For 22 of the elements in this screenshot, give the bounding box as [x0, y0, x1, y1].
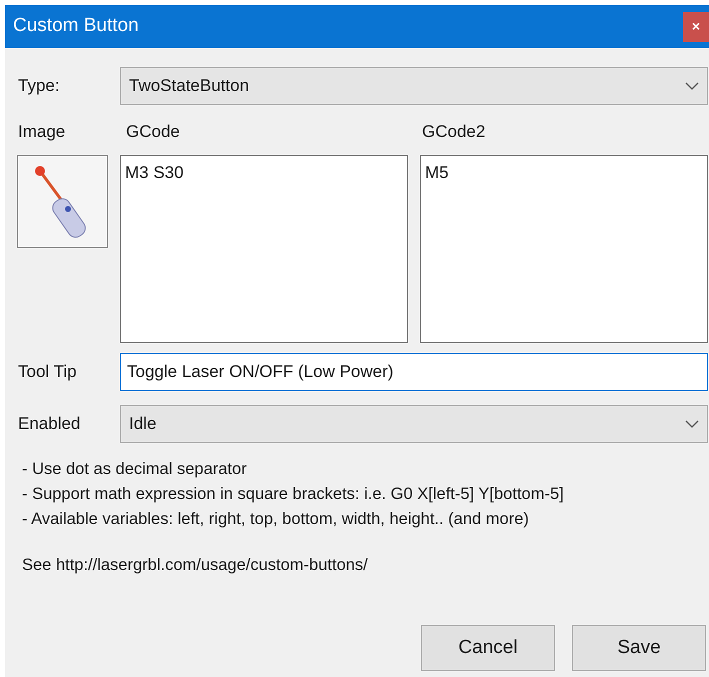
tooltip-label: Tool Tip	[17, 360, 78, 383]
hint-text: - Available variables: left, right, top, bottom, width, height.. (and more)	[22, 508, 530, 530]
chevron-down-icon	[685, 82, 699, 90]
image-label: Image	[17, 121, 66, 143]
type-dropdown[interactable]: TwoStateButton	[120, 67, 708, 105]
enabled-dropdown[interactable]: Idle	[120, 404, 708, 442]
type-label: Type:	[17, 75, 61, 98]
enabled-label: Enabled	[17, 412, 82, 435]
window-title: Custom Button	[12, 14, 139, 38]
help-link-text: See http://lasergrbl.com/usage/custom-buttons/	[21, 554, 369, 576]
chevron-down-icon	[685, 420, 699, 428]
gcode2-label: GCode2	[421, 121, 486, 143]
tooltip-field[interactable]: Toggle Laser ON/OFF (Low Power)	[120, 352, 708, 390]
image-button[interactable]	[17, 154, 108, 248]
gcode2-field[interactable]: M5	[420, 154, 708, 342]
gcode-field[interactable]: M3 S30	[120, 154, 408, 342]
cancel-button[interactable]: Cancel	[421, 625, 555, 671]
hint-text: - Support math expression in square brackets: i.e. G0 X[left-5] Y[bottom-5]	[22, 484, 565, 504]
hint-text: - Use dot as decimal separator	[22, 458, 248, 480]
save-button[interactable]: Save	[572, 625, 706, 671]
gcode-label: GCode	[125, 121, 181, 143]
close-button[interactable]: ×	[683, 12, 709, 42]
